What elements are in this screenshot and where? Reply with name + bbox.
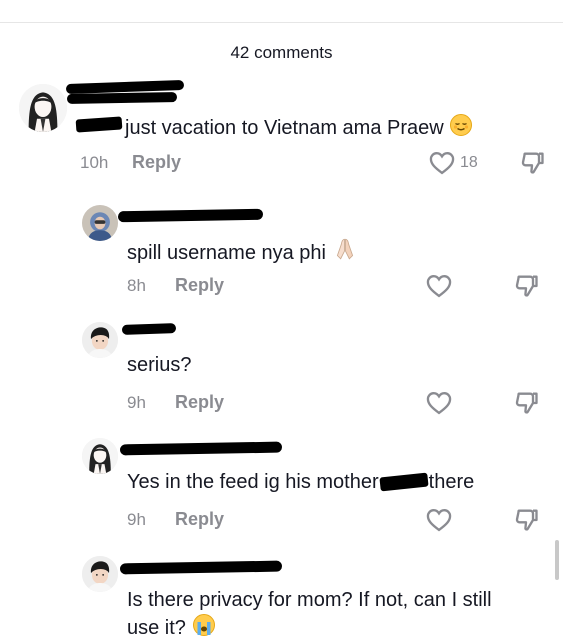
heart-outline-icon[interactable] [428, 149, 456, 177]
redacted-username [119, 560, 283, 575]
like-count: 18 [460, 154, 478, 171]
avatar[interactable] [19, 84, 67, 132]
redacted-username [121, 323, 177, 335]
comment-text: spill username nya phi [127, 236, 358, 267]
comment-text-line-2: use it? [127, 613, 216, 642]
comment-count: 42 comments [230, 43, 333, 62]
comment-text-line-1: Is there privacy for mom? If not, can I … [127, 589, 492, 611]
relieved-face-icon [450, 114, 473, 136]
avatar[interactable] [82, 322, 118, 358]
reply-button[interactable]: Reply [175, 392, 224, 413]
redacted-username [117, 208, 264, 223]
folded-hands-icon [336, 238, 353, 260]
scrollbar[interactable] [555, 540, 559, 580]
loudly-crying-face-icon [192, 614, 215, 636]
heart-outline-icon[interactable] [425, 506, 453, 534]
thumbs-down-icon[interactable] [512, 272, 540, 300]
comment-timestamp: 8h [127, 276, 146, 295]
comment-text: just vacation to Vietnam ama Praew [125, 113, 473, 142]
heart-outline-icon[interactable] [425, 272, 453, 300]
top-divider [0, 22, 563, 23]
redacted-username [119, 441, 283, 456]
comment-text: serius? [127, 354, 192, 376]
thumbs-down-icon[interactable] [512, 506, 540, 534]
reply-button[interactable]: Reply [132, 152, 181, 173]
redacted-username [66, 92, 178, 104]
thumbs-down-icon[interactable] [512, 389, 540, 417]
comment-timestamp: 9h [127, 393, 146, 412]
redacted-mention [75, 116, 123, 133]
comment-text: Yes in the feed ig his mother there [127, 471, 475, 493]
thumbs-down-icon[interactable] [518, 149, 546, 177]
avatar[interactable] [82, 556, 118, 592]
avatar[interactable] [82, 438, 118, 474]
redacted-word [379, 472, 429, 492]
reply-button[interactable]: Reply [175, 275, 224, 296]
reply-button[interactable]: Reply [175, 509, 224, 530]
heart-outline-icon[interactable] [425, 389, 453, 417]
comment-timestamp: 10h [80, 153, 109, 172]
avatar[interactable] [82, 205, 118, 241]
comment-timestamp: 9h [127, 510, 146, 529]
